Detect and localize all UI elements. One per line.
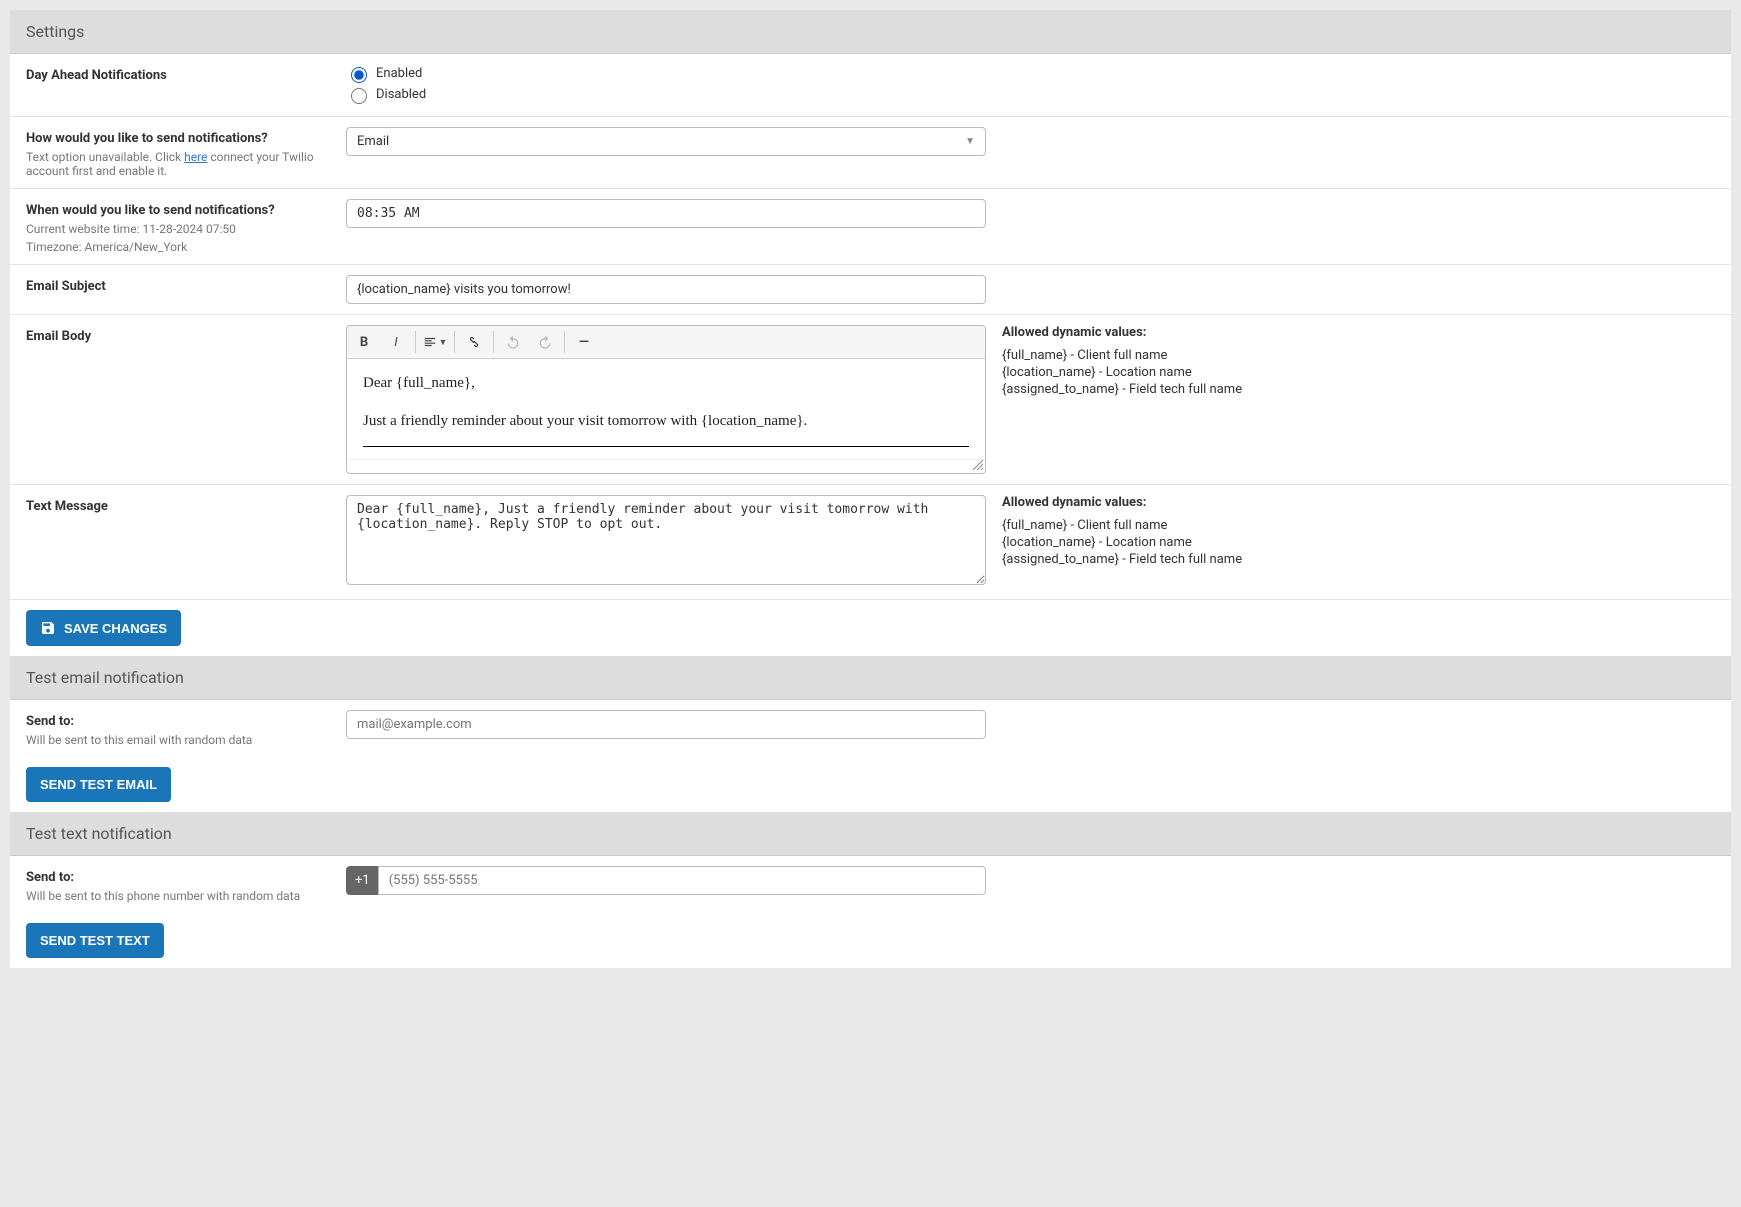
dynamic-title-1: Allowed dynamic values: [1002, 325, 1296, 340]
undo-icon[interactable] [498, 328, 528, 356]
editor-resize-handle[interactable] [347, 459, 985, 473]
subject-input[interactable] [346, 275, 986, 304]
day-ahead-label: Day Ahead Notifications [26, 68, 167, 83]
enabled-radio-row[interactable]: Enabled [346, 64, 986, 83]
hr-icon[interactable]: — [569, 328, 599, 356]
test-email-sendto-label: Send to: [26, 714, 74, 729]
channel-select[interactable]: Email ▼ [346, 127, 986, 156]
chevron-down-icon: ▼ [965, 136, 975, 147]
disabled-radio[interactable] [351, 88, 367, 104]
test-text-input[interactable] [378, 866, 986, 895]
dv-full-name-1: {full_name} - Client full name [1002, 348, 1296, 363]
text-msg-label: Text Message [26, 499, 108, 514]
test-text-header: Test text notification [10, 812, 1731, 856]
redo-icon[interactable] [530, 328, 560, 356]
bold-icon[interactable]: B [349, 328, 379, 356]
when-timezone: Timezone: America/New_York [26, 240, 346, 254]
settings-header: Settings [10, 10, 1731, 54]
enabled-radio[interactable] [351, 67, 367, 83]
editor-toolbar: B I ▼ [347, 326, 985, 359]
test-email-help: Will be sent to this email with random d… [26, 733, 346, 747]
dv-location-1: {location_name} - Location name [1002, 365, 1296, 380]
dv-assigned-1: {assigned_to_name} - Field tech full nam… [1002, 382, 1296, 397]
italic-icon[interactable]: I [381, 328, 411, 356]
align-icon[interactable]: ▼ [420, 328, 450, 356]
dynamic-title-2: Allowed dynamic values: [1002, 495, 1296, 510]
dv-location-2: {location_name} - Location name [1002, 535, 1296, 550]
save-icon [40, 620, 56, 636]
channel-label: How would you like to send notifications… [26, 131, 268, 146]
channel-select-value: Email [357, 134, 389, 149]
send-test-email-button[interactable]: SEND TEST EMAIL [26, 767, 171, 802]
when-website-time: Current website time: 11-28-2024 07:50 [26, 222, 346, 236]
body-label: Email Body [26, 329, 91, 344]
twilio-link[interactable]: here [184, 150, 207, 164]
disabled-radio-row[interactable]: Disabled [346, 85, 986, 104]
when-time-input[interactable] [346, 199, 986, 228]
when-label: When would you like to send notification… [26, 203, 275, 218]
test-text-help: Will be sent to this phone number with r… [26, 889, 346, 903]
dv-assigned-2: {assigned_to_name} - Field tech full nam… [1002, 552, 1296, 567]
email-body-editor[interactable]: B I ▼ [346, 325, 986, 474]
enabled-radio-label: Enabled [376, 66, 422, 81]
editor-content[interactable]: Dear {full_name}, Just a friendly remind… [347, 359, 985, 459]
test-email-header: Test email notification [10, 656, 1731, 700]
channel-help: Text option unavailable. Click here conn… [26, 150, 346, 178]
send-test-text-button[interactable]: SEND TEST TEXT [26, 923, 164, 958]
text-msg-textarea[interactable] [346, 495, 986, 585]
save-changes-button[interactable]: SAVE CHANGES [26, 610, 181, 646]
test-email-input[interactable] [346, 710, 986, 739]
test-text-sendto-label: Send to: [26, 870, 74, 885]
phone-prefix: +1 [346, 866, 378, 895]
dv-full-name-2: {full_name} - Client full name [1002, 518, 1296, 533]
disabled-radio-label: Disabled [376, 87, 426, 102]
link-icon[interactable] [459, 328, 489, 356]
subject-label: Email Subject [26, 279, 106, 294]
